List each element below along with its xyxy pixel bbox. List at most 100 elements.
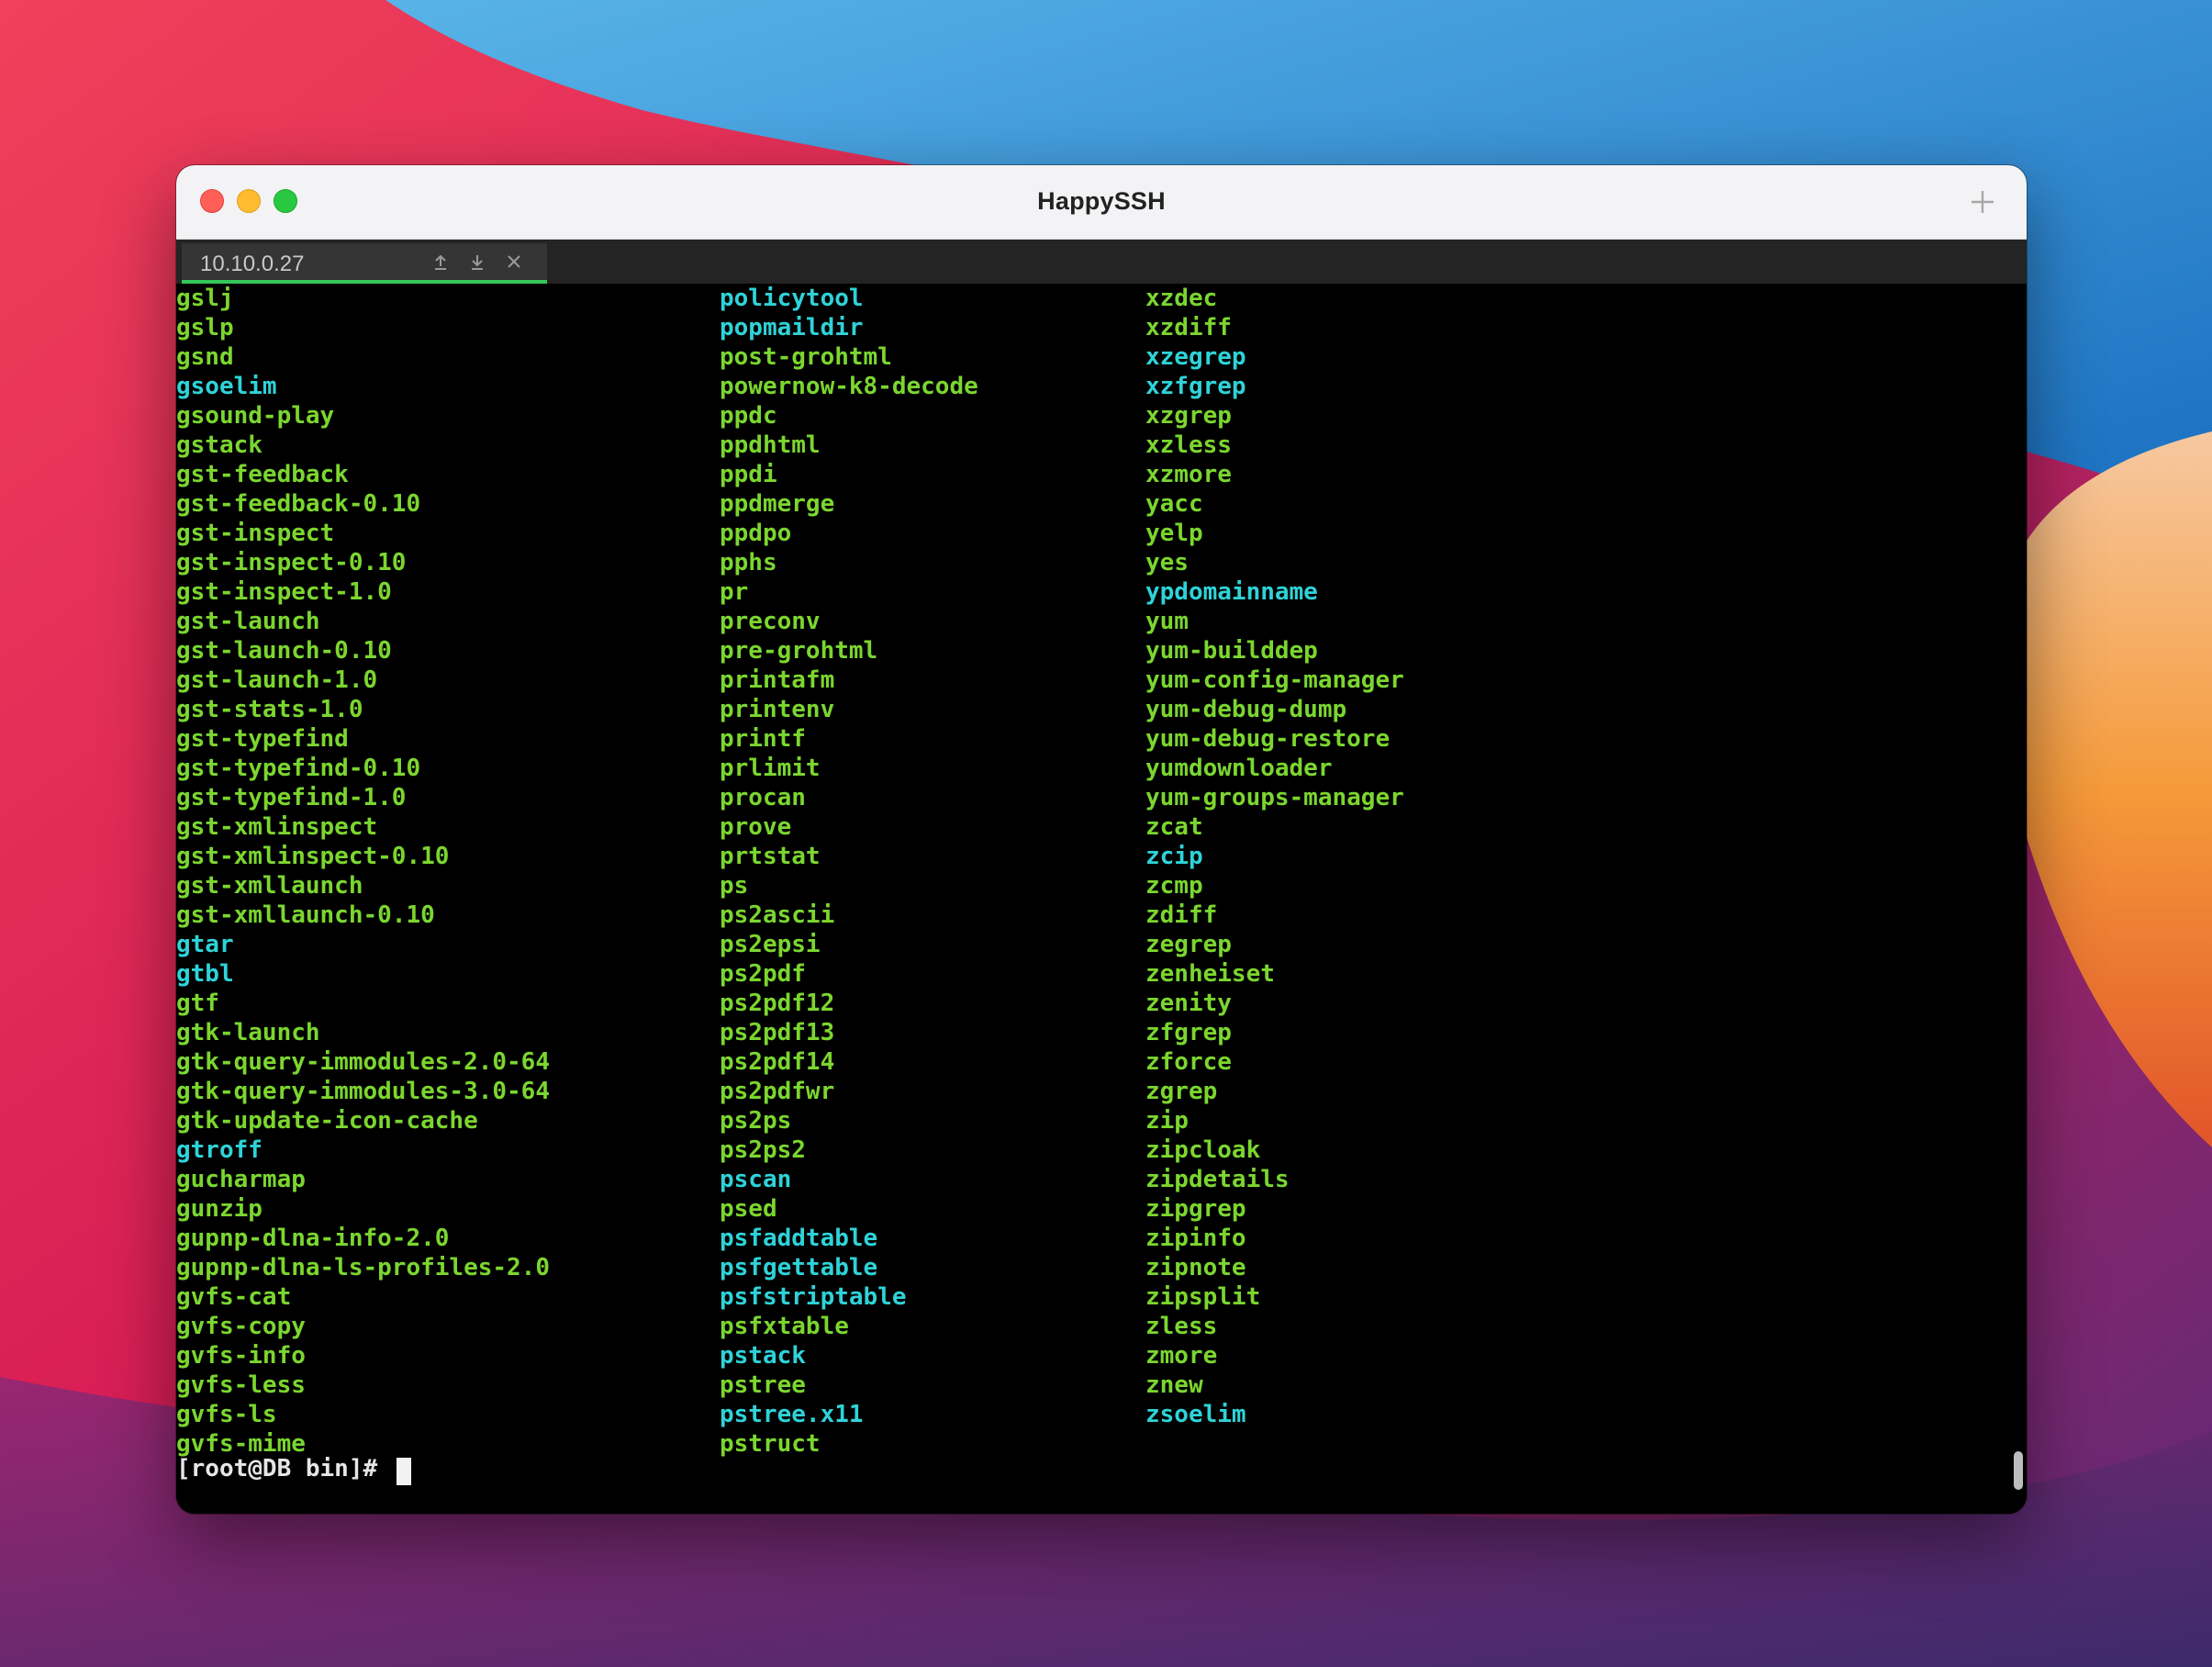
terminal-line: zless bbox=[1145, 1313, 1218, 1340]
download-icon[interactable] bbox=[468, 252, 486, 271]
terminal-line: yum-builddep bbox=[1145, 637, 1318, 665]
terminal-line: gst-launch-0.10 bbox=[176, 637, 392, 665]
terminal-line: gtf bbox=[176, 990, 219, 1017]
terminal-line: xzdec bbox=[1145, 285, 1218, 312]
terminal-line: zsoelim bbox=[1145, 1401, 1246, 1428]
terminal-line: zgrep bbox=[1145, 1078, 1218, 1105]
terminal-line: gsound-play bbox=[176, 402, 335, 430]
terminal-column-3: xzdec xzdiff xzegrep xzfgrep xzgrep xzless xzm… bbox=[1145, 284, 1404, 1429]
terminal-line: ps2pdf13 bbox=[720, 1019, 835, 1046]
tab-session[interactable]: 10.10.0.27 bbox=[182, 243, 547, 284]
terminal-line: ps bbox=[720, 872, 749, 900]
tab-bar: 10.10.0.27 bbox=[176, 240, 2027, 284]
terminal-line: gslp bbox=[176, 314, 234, 341]
terminal-line: ps2ascii bbox=[720, 901, 835, 929]
terminal-line: gst-feedback-0.10 bbox=[176, 490, 421, 518]
terminal-line: psfstriptable bbox=[720, 1283, 907, 1311]
terminal-line: yum-groups-manager bbox=[1145, 784, 1404, 811]
terminal-line: popmaildir bbox=[720, 314, 864, 341]
terminal-line: gst-launch-1.0 bbox=[176, 666, 378, 694]
terminal-line: gtk-update-icon-cache bbox=[176, 1107, 478, 1135]
terminal-line: gst-inspect-0.10 bbox=[176, 549, 407, 576]
terminal-line: ppdhtml bbox=[720, 431, 821, 459]
ssh-window: HappySSH 10.10.0.27 gslj gslp gsnd gsoelim g… bbox=[176, 165, 2027, 1514]
terminal-line: znew bbox=[1145, 1371, 1203, 1399]
terminal-line: zipcloak bbox=[1145, 1136, 1261, 1164]
terminal-line: pstack bbox=[720, 1342, 806, 1370]
terminal-line: pphs bbox=[720, 549, 777, 576]
terminal-line: gvfs-cat bbox=[176, 1283, 292, 1311]
terminal-line: xzless bbox=[1145, 431, 1232, 459]
terminal-line: gtroff bbox=[176, 1136, 263, 1164]
terminal-line: pscan bbox=[720, 1166, 792, 1193]
terminal-line: gvfs-copy bbox=[176, 1313, 306, 1340]
terminal-line: zforce bbox=[1145, 1048, 1232, 1076]
plus-icon bbox=[1972, 191, 1994, 213]
terminal-line: gvfs-info bbox=[176, 1342, 306, 1370]
upload-icon[interactable] bbox=[431, 252, 450, 271]
terminal-line: zcat bbox=[1145, 813, 1203, 841]
terminal-line: xzegrep bbox=[1145, 343, 1246, 371]
terminal-column-2: policytool popmaildir post-grohtml powernow… bbox=[720, 284, 978, 1459]
terminal-line: gvfs-ls bbox=[176, 1401, 277, 1428]
terminal-line: gslj bbox=[176, 285, 234, 312]
terminal-line: gsoelim bbox=[176, 373, 277, 400]
window-title: HappySSH bbox=[1037, 187, 1166, 215]
terminal-line: post-grohtml bbox=[720, 343, 892, 371]
terminal-line: gst-xmlinspect bbox=[176, 813, 378, 841]
terminal-cursor bbox=[397, 1458, 411, 1485]
terminal-line: gst-xmllaunch-0.10 bbox=[176, 901, 435, 929]
terminal-line: yum-debug-dump bbox=[1145, 696, 1347, 723]
terminal-line: ppdi bbox=[720, 461, 777, 488]
terminal-line: gtk-query-immodules-3.0-64 bbox=[176, 1078, 550, 1105]
terminal-line: gtk-query-immodules-2.0-64 bbox=[176, 1048, 550, 1076]
terminal-line: yacc bbox=[1145, 490, 1203, 518]
terminal-line: zipnote bbox=[1145, 1254, 1246, 1281]
terminal-line: policytool bbox=[720, 285, 864, 312]
close-icon[interactable] bbox=[505, 252, 523, 271]
terminal-scrollbar[interactable] bbox=[2014, 1451, 2023, 1490]
terminal-line: gtbl bbox=[176, 960, 234, 988]
terminal-line: gupnp-dlna-info-2.0 bbox=[176, 1225, 450, 1252]
terminal-line: ppdmerge bbox=[720, 490, 835, 518]
terminal-line: gst-stats-1.0 bbox=[176, 696, 363, 723]
terminal-line: printf bbox=[720, 725, 806, 753]
terminal-line: gsnd bbox=[176, 343, 234, 371]
terminal-line: ps2ps2 bbox=[720, 1136, 806, 1164]
terminal-line: gst-launch bbox=[176, 608, 320, 635]
terminal-line: ps2epsi bbox=[720, 931, 821, 958]
terminal-line: gst-feedback bbox=[176, 461, 349, 488]
terminal-line: yum-debug-restore bbox=[1145, 725, 1391, 753]
terminal-line: yum bbox=[1145, 608, 1189, 635]
terminal-line: ps2pdfwr bbox=[720, 1078, 835, 1105]
terminal-line: powernow-k8-decode bbox=[720, 373, 978, 400]
title-bar: HappySSH bbox=[176, 165, 2027, 240]
terminal-line: pstruct bbox=[720, 1430, 821, 1458]
terminal-line: yes bbox=[1145, 549, 1189, 576]
terminal-line: zdiff bbox=[1145, 901, 1218, 929]
terminal-line: psfxtable bbox=[720, 1313, 849, 1340]
terminal-line: gst-inspect bbox=[176, 520, 335, 547]
terminal-line: psed bbox=[720, 1195, 777, 1223]
terminal-line: zipdetails bbox=[1145, 1166, 1290, 1193]
terminal-line: zipsplit bbox=[1145, 1283, 1261, 1311]
terminal-line: gunzip bbox=[176, 1195, 263, 1223]
tab-label: 10.10.0.27 bbox=[200, 252, 305, 276]
terminal-line: zenheiset bbox=[1145, 960, 1275, 988]
shell-prompt: [root@DB bin]# bbox=[176, 1455, 392, 1482]
terminal-line: ppdpo bbox=[720, 520, 792, 547]
terminal-line: prtstat bbox=[720, 843, 821, 870]
terminal-line: gst-typefind bbox=[176, 725, 349, 753]
terminal-line: zip bbox=[1145, 1107, 1189, 1135]
terminal-line: printenv bbox=[720, 696, 835, 723]
terminal-output[interactable]: gslj gslp gsnd gsoelim gsound-play gstack gst-… bbox=[176, 284, 2027, 1514]
terminal-line: prove bbox=[720, 813, 792, 841]
terminal-line: pstree bbox=[720, 1371, 806, 1399]
terminal-line: preconv bbox=[720, 608, 821, 635]
terminal-line: ps2pdf14 bbox=[720, 1048, 835, 1076]
new-tab-button[interactable] bbox=[1970, 189, 1995, 215]
terminal-column-1: gslj gslp gsnd gsoelim gsound-play gstack gst-… bbox=[176, 284, 550, 1459]
terminal-line: gtk-launch bbox=[176, 1019, 320, 1046]
terminal-line: xzmore bbox=[1145, 461, 1232, 488]
terminal-line: gst-xmlinspect-0.10 bbox=[176, 843, 450, 870]
